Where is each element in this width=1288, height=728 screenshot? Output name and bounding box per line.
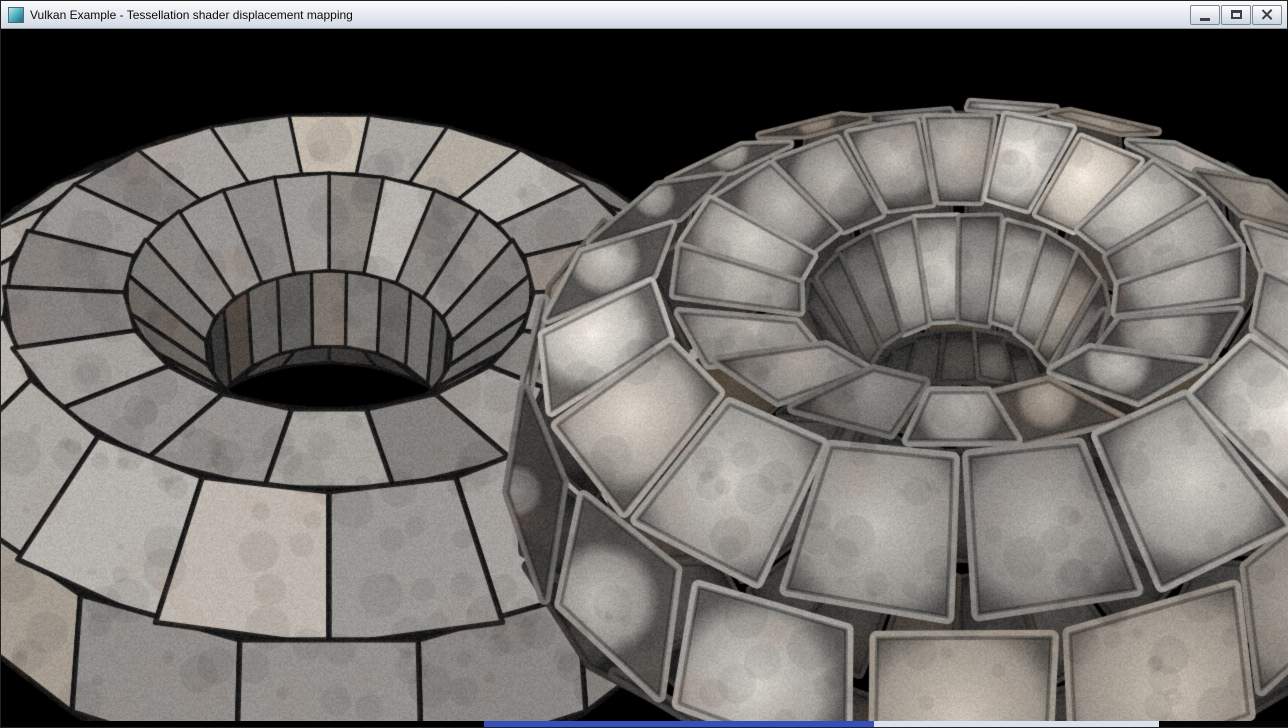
- titlebar[interactable]: Vulkan Example - Tessellation shader dis…: [1, 1, 1287, 29]
- minimize-icon: [1200, 18, 1210, 21]
- taskbar-sliver-segment: [1, 721, 484, 727]
- minimize-button[interactable]: [1190, 5, 1220, 25]
- app-icon[interactable]: [8, 7, 24, 23]
- taskbar-sliver-segment: [874, 721, 1159, 727]
- close-button[interactable]: [1252, 5, 1282, 25]
- app-window: Vulkan Example - Tessellation shader dis…: [0, 0, 1288, 728]
- render-viewport[interactable]: [1, 29, 1288, 723]
- window-title: Vulkan Example - Tessellation shader dis…: [30, 8, 353, 22]
- taskbar-sliver-segment: [1159, 721, 1288, 727]
- maximize-icon: [1231, 10, 1242, 19]
- maximize-button[interactable]: [1221, 5, 1251, 25]
- close-icon: [1262, 9, 1273, 20]
- taskbar-sliver: [1, 721, 1288, 727]
- window-controls: [1190, 5, 1282, 25]
- taskbar-sliver-segment: [484, 721, 874, 727]
